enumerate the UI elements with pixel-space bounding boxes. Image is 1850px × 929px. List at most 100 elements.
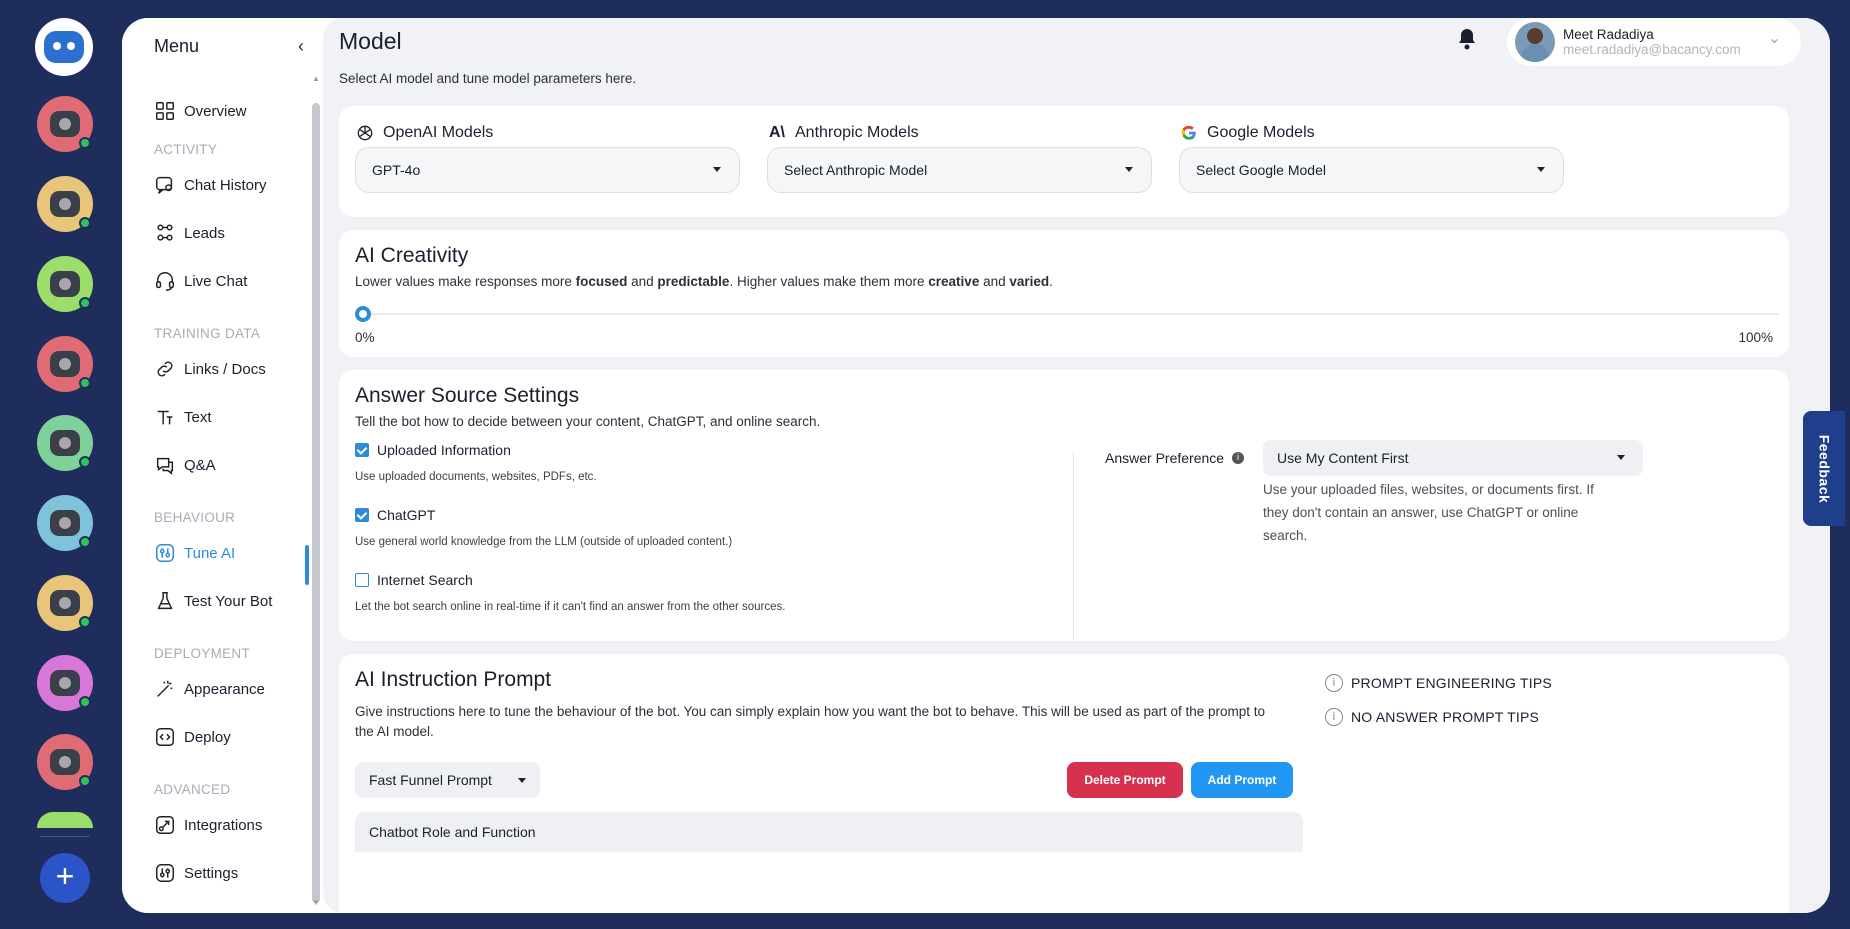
sidebar-item-links-docs[interactable]: Links / Docs <box>154 356 266 382</box>
bot-avatar[interactable] <box>37 176 93 232</box>
google-model-value: Select Google Model <box>1196 162 1326 178</box>
sidebar-item-label: Settings <box>184 864 239 882</box>
sidebar-item-label: Live Chat <box>184 272 248 290</box>
sidebar-item-overview[interactable]: Overview <box>154 98 247 124</box>
text-icon <box>157 410 173 425</box>
answer-source-subtitle: Tell the bot how to decide between your … <box>355 414 821 429</box>
tip-label: PROMPT ENGINEERING TIPS <box>1351 675 1552 691</box>
sidebar-item-label: Overview <box>184 102 247 120</box>
sidebar-item-settings[interactable]: Settings <box>154 860 238 886</box>
prompt-engineering-tips-link[interactable]: i PROMPT ENGINEERING TIPS <box>1325 674 1552 692</box>
sidebar-item-live-chat[interactable]: Live Chat <box>154 268 247 294</box>
feedback-tab[interactable]: Feedback <box>1803 411 1845 526</box>
checkbox[interactable] <box>355 573 369 587</box>
bot-avatar[interactable] <box>37 415 93 471</box>
delete-prompt-button[interactable]: Delete Prompt <box>1067 762 1183 798</box>
google-models-label: Google Models <box>1207 124 1315 141</box>
bot-avatar[interactable] <box>37 96 93 152</box>
section-deployment: DEPLOYMENT <box>154 646 251 661</box>
leads-icon <box>157 224 173 241</box>
sidebar-item-label: Test Your Bot <box>184 592 273 610</box>
avatar <box>1515 22 1555 62</box>
option-description: Use general world knowledge from the LLM… <box>355 536 733 548</box>
checkbox[interactable] <box>355 443 369 457</box>
anthropic-model-select[interactable]: Select Anthropic Model <box>767 147 1152 193</box>
prompt-select[interactable]: Fast Funnel Prompt <box>355 762 540 798</box>
model-selection-card: OpenAI Models GPT-4o A\ Anthropic Models… <box>339 106 1789 217</box>
qa-icon <box>156 457 174 475</box>
link-icon <box>157 361 173 377</box>
magic-wand-icon <box>157 680 173 697</box>
bot-avatar[interactable] <box>37 655 93 711</box>
feedback-label: Feedback <box>1816 434 1832 503</box>
bot-avatar[interactable] <box>37 495 93 551</box>
section-activity: ACTIVITY <box>154 142 218 157</box>
sidebar-item-deploy[interactable]: Deploy <box>154 724 231 750</box>
menu-title: Menu <box>154 36 200 56</box>
sidebar-item-tune-ai[interactable]: Tune AI <box>154 540 235 566</box>
option-internet-search[interactable]: Internet Search <box>355 572 473 588</box>
openai-model-select[interactable]: GPT-4o <box>355 147 740 193</box>
option-label: ChatGPT <box>377 507 436 523</box>
sidebar-item-appearance[interactable]: Appearance <box>154 676 265 702</box>
user-name: Meet Radadiya <box>1563 27 1654 42</box>
anthropic-models-label: Anthropic Models <box>795 124 919 141</box>
checkbox[interactable] <box>355 508 369 522</box>
sidebar-item-label: Q&A <box>184 456 216 474</box>
sidebar-item-label: Deploy <box>184 728 231 746</box>
option-description: Use uploaded documents, websites, PDFs, … <box>355 471 597 483</box>
scroll-down-icon[interactable]: ▼ <box>312 898 320 907</box>
flask-icon <box>157 592 173 610</box>
section-advanced: ADVANCED <box>154 782 231 797</box>
sidebar-item-label: Text <box>184 408 212 426</box>
bot-avatar[interactable] <box>37 256 93 312</box>
sidebar-item-label: Tune AI <box>184 544 236 562</box>
add-bot-button[interactable]: + <box>40 853 90 903</box>
bot-avatar[interactable] <box>37 812 93 828</box>
settings-icon <box>156 864 174 882</box>
bot-avatar[interactable] <box>37 575 93 631</box>
answer-preference-select[interactable]: Use My Content First <box>1263 440 1643 476</box>
menu-scrollbar[interactable] <box>312 103 320 903</box>
chevron-down-icon: ⌄ <box>1767 30 1781 47</box>
prompt-textarea[interactable]: Chatbot Role and Function <box>355 812 1303 852</box>
chevron-left-icon[interactable]: ‹ <box>298 36 304 57</box>
option-uploaded-information[interactable]: Uploaded Information <box>355 442 511 458</box>
sidebar-item-integrations[interactable]: Integrations <box>154 812 262 838</box>
bell-icon[interactable] <box>1455 26 1479 52</box>
add-prompt-button[interactable]: Add Prompt <box>1191 762 1293 798</box>
option-chatgpt[interactable]: ChatGPT <box>355 507 435 523</box>
creativity-slider-handle[interactable] <box>355 306 371 322</box>
sidebar-item-test-your-bot[interactable]: Test Your Bot <box>154 588 272 614</box>
bot-avatar[interactable] <box>37 734 93 790</box>
openai-icon <box>355 123 375 143</box>
main-content: Model Select AI model and tune model par… <box>323 18 1830 913</box>
openai-model-value: GPT-4o <box>372 162 421 178</box>
sidebar-item-qa[interactable]: Q&A <box>154 452 216 478</box>
option-label: Internet Search <box>377 572 473 588</box>
instruction-title: AI Instruction Prompt <box>355 668 552 691</box>
sidebar-item-leads[interactable]: Leads <box>154 220 225 246</box>
caret-down-icon <box>1617 455 1625 460</box>
instruction-description: Give instructions here to tune the behav… <box>355 704 1266 739</box>
sidebar-item-label: Chat History <box>184 176 267 194</box>
creativity-slider-track[interactable] <box>355 313 1779 315</box>
sidebar-item-text[interactable]: Text <box>154 404 212 430</box>
no-answer-prompt-tips-link[interactable]: i NO ANSWER PROMPT TIPS <box>1325 708 1539 726</box>
section-training-data: TRAINING DATA <box>154 326 261 341</box>
section-behaviour: BEHAVIOUR <box>154 510 236 525</box>
google-model-select[interactable]: Select Google Model <box>1179 147 1564 193</box>
answer-source-title: Answer Source Settings <box>355 384 580 407</box>
bot-avatar[interactable] <box>37 336 93 392</box>
user-menu[interactable]: Meet Radadiya meet.radadiya@bacancy.com … <box>1507 18 1801 66</box>
info-icon[interactable]: i <box>1232 452 1245 464</box>
chat-history-icon <box>156 176 173 194</box>
ai-creativity-card: AI Creativity Lower values make response… <box>339 230 1789 357</box>
robot-logo-icon[interactable] <box>35 18 93 76</box>
anthropic-model-value: Select Anthropic Model <box>784 162 928 178</box>
sidebar-item-chat-history[interactable]: Chat History <box>154 172 267 198</box>
user-email: meet.radadiya@bacancy.com <box>1563 42 1741 57</box>
anthropic-icon: A\ <box>769 124 785 141</box>
code-icon <box>156 728 174 746</box>
scroll-up-icon[interactable]: ▲ <box>312 74 320 83</box>
